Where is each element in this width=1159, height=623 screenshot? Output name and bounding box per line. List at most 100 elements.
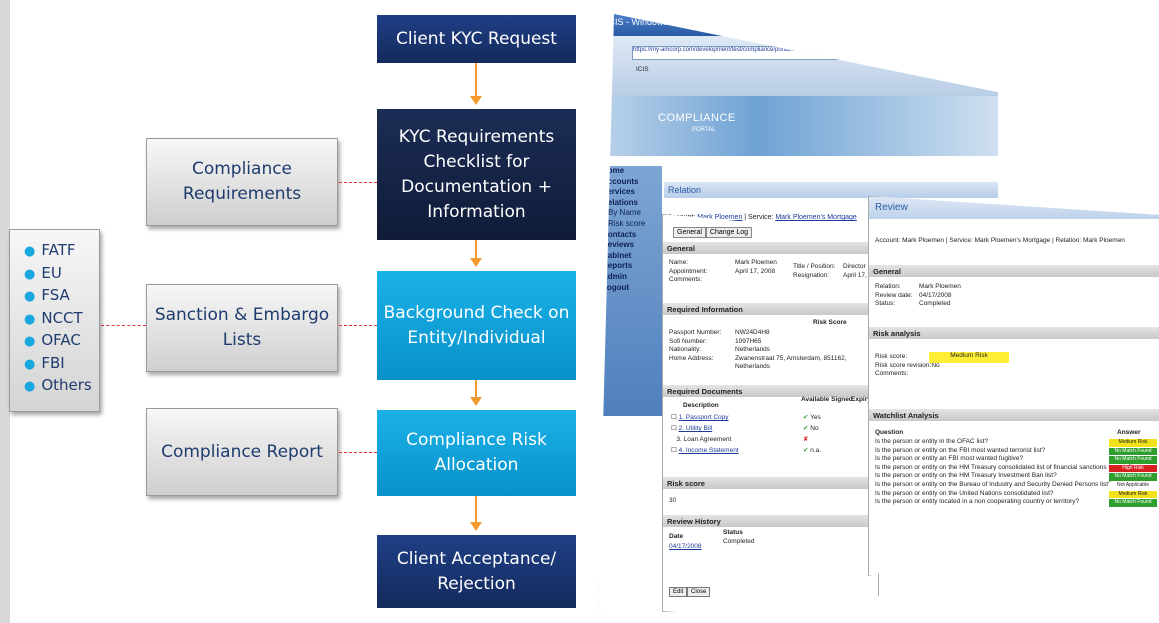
bullet-icon: ●	[24, 266, 36, 282]
bullet-icon: ●	[24, 379, 36, 394]
sanction-list-box: ● FATF ● EU ● FSA ● NCCT ● OFAC ● FBI ● Others	[9, 229, 100, 412]
review-general-header: General	[869, 265, 1159, 277]
arrow-3-4	[470, 397, 482, 406]
watchlist-answer-badge: Medium Risk	[1109, 439, 1157, 447]
edit-button[interactable]: Edit	[669, 587, 688, 597]
sanction-lists-label: Sanction & Embargo Lists	[154, 305, 330, 350]
portal-banner	[598, 96, 998, 156]
flow-step-client-acceptance-label: Client Acceptance/ Rejection	[396, 548, 557, 594]
list-item: Is the person or entity on the HM Treasu…	[875, 472, 1057, 480]
bullet-icon: ●	[24, 289, 36, 304]
nav-item-services[interactable]: Services	[598, 187, 662, 198]
doc-row[interactable]: ☐ 1. Passport Copy	[671, 412, 739, 423]
nav-item-logout[interactable]: Logout	[598, 283, 662, 294]
nav-item-reviews[interactable]: Reviews	[598, 240, 662, 251]
flow-step-client-acceptance: Client Acceptance/ Rejection	[377, 535, 576, 608]
nav-item-by-name[interactable]: By Name	[598, 208, 662, 219]
question-column: Question	[875, 429, 904, 436]
cross-icon: ✘	[803, 436, 809, 443]
list-item: Is the person or entity on the FBI most …	[875, 446, 1046, 454]
doc-status-marks: ✔ Yes ✔ No ✘ ✔ n.a.	[803, 414, 822, 454]
review-general-values: Mark Ploemen 04/17/2008 Completed	[919, 283, 961, 307]
flow-step-kyc-checklist: KYC Requirements Checklist for Documenta…	[377, 109, 576, 240]
bullet-icon: ●	[24, 356, 36, 372]
bullet-icon: ●	[24, 334, 36, 349]
browser-toolbar	[598, 36, 998, 96]
doc-row[interactable]: ☐ 2. Utility Bill	[671, 423, 739, 434]
list-item: Is the person or entity in the OFAC list…	[875, 438, 989, 445]
list-item: Is the person or entity on the HM Treasu…	[875, 463, 1132, 471]
nav-item-accounts[interactable]: Accounts	[598, 177, 662, 188]
status-column: Status	[723, 529, 743, 536]
required-info-labels: Passport Number: Sofi Number: Nationalit…	[669, 329, 722, 362]
review-status: Completed	[723, 538, 755, 545]
list-item: ● FATF	[24, 241, 76, 259]
description-column: Description	[683, 402, 719, 409]
nav-item-cabinet[interactable]: Cabinet	[598, 251, 662, 262]
review-window: Review Account: Mark Ploemen | Service: …	[868, 196, 1159, 576]
flow-step-kyc-checklist-label: KYC Requirements Checklist for Documenta…	[398, 126, 555, 222]
review-breadcrumb: Account: Mark Ploemen | Service: Mark Pl…	[875, 237, 1125, 244]
compliance-requirements-box: Compliance Requirements	[146, 138, 338, 226]
list-item: ● OFAC	[24, 331, 81, 349]
review-date-link[interactable]: 04/17/2008	[669, 543, 702, 552]
date-column: Date	[669, 533, 684, 540]
relation-detail-window: General Change Log General Name: Appointm…	[662, 214, 879, 612]
watchlist-questions: Is the person or entity in the OFAC list…	[875, 438, 1132, 507]
dash-sanction-right	[339, 325, 377, 326]
connector-4-5	[475, 496, 477, 522]
required-info-header: Required Information	[663, 303, 878, 315]
bullet-icon: ●	[24, 244, 36, 259]
compliance-report-label: Compliance Report	[161, 441, 323, 462]
portal-title: COMPLIANCE	[658, 112, 736, 124]
doc-row: 3. Loan Agreement	[676, 436, 732, 443]
portal-sidenav: Home Accounts Services Relations By Name…	[598, 166, 662, 416]
close-button[interactable]: Close	[687, 587, 711, 597]
risk-score-value: 30	[669, 497, 677, 504]
general-section-header: General	[663, 242, 878, 254]
risk-level-badge: Medium Risk	[929, 352, 1009, 363]
list-item: Is the person or entity on the United Na…	[875, 489, 1054, 497]
risk-analysis-header: Risk analysis	[869, 327, 1159, 339]
dash-requirements	[339, 182, 377, 183]
tab-change-log[interactable]: Change Log	[705, 227, 753, 238]
relation-tabs: General Change Log	[673, 227, 753, 238]
browser-tab[interactable]: ICIS	[636, 66, 649, 75]
arrow-1-2	[470, 96, 482, 105]
connector-1-2	[475, 63, 477, 96]
list-item: ● FBI	[24, 353, 65, 372]
list-item: Is the person or entity located in a non…	[875, 498, 1080, 506]
docs-list: ☐ 1. Passport Copy ☐ 2. Utility Bill 3. …	[671, 412, 739, 456]
address-bar[interactable]: https://my-amcorp.com/development/test/c…	[632, 46, 934, 60]
nav-item-risk-score[interactable]: Risk score	[598, 219, 662, 230]
browser-title-bar: ICIS - Windows Internet Explorer	[598, 14, 998, 36]
watchlist-answer-badge: Not Applicable	[1109, 482, 1157, 490]
list-item: ● FSA	[24, 286, 70, 304]
tab-general[interactable]: General	[673, 227, 706, 238]
doc-row[interactable]: ☐ 4. Income Statement	[671, 445, 739, 456]
bullet-icon: ●	[24, 311, 36, 327]
connector-2-3	[475, 240, 477, 260]
dash-sanction-left	[101, 325, 146, 326]
review-heading: Review	[869, 197, 1159, 219]
connector-3-4	[475, 380, 477, 398]
available-column: Available Signed	[801, 396, 853, 403]
nav-item-reports[interactable]: Reports	[598, 261, 662, 272]
watchlist-answer-badge: No Match Found	[1109, 499, 1157, 507]
nav-item-relations[interactable]: Relations	[598, 198, 662, 209]
list-item: ● Others	[24, 376, 92, 394]
required-info-values: NW24D4H8 1097H65 Netherlands Zwanenstraa…	[735, 329, 847, 370]
nav-item-home[interactable]: Home	[598, 166, 662, 177]
list-item: ● EU	[24, 263, 62, 282]
nav-item-admin[interactable]: Admin	[598, 272, 662, 283]
watchlist-answer-badge: No Match Found	[1109, 456, 1157, 464]
sanction-lists-box: Sanction & Embargo Lists	[146, 284, 338, 372]
flow-step-risk-allocation-label: Compliance Risk Allocation	[406, 430, 547, 475]
watchlist-answer-badge: High Risk	[1109, 464, 1157, 473]
dash-report	[339, 452, 377, 453]
check-icon: ✔	[803, 447, 809, 454]
list-item: ● NCCT	[24, 308, 83, 327]
watchlist-answer-badge: Medium Risk	[1109, 490, 1157, 499]
nav-item-contacts[interactable]: Contacts	[598, 230, 662, 241]
service-link[interactable]: Mark Ploemen's Mortgage	[775, 214, 856, 221]
